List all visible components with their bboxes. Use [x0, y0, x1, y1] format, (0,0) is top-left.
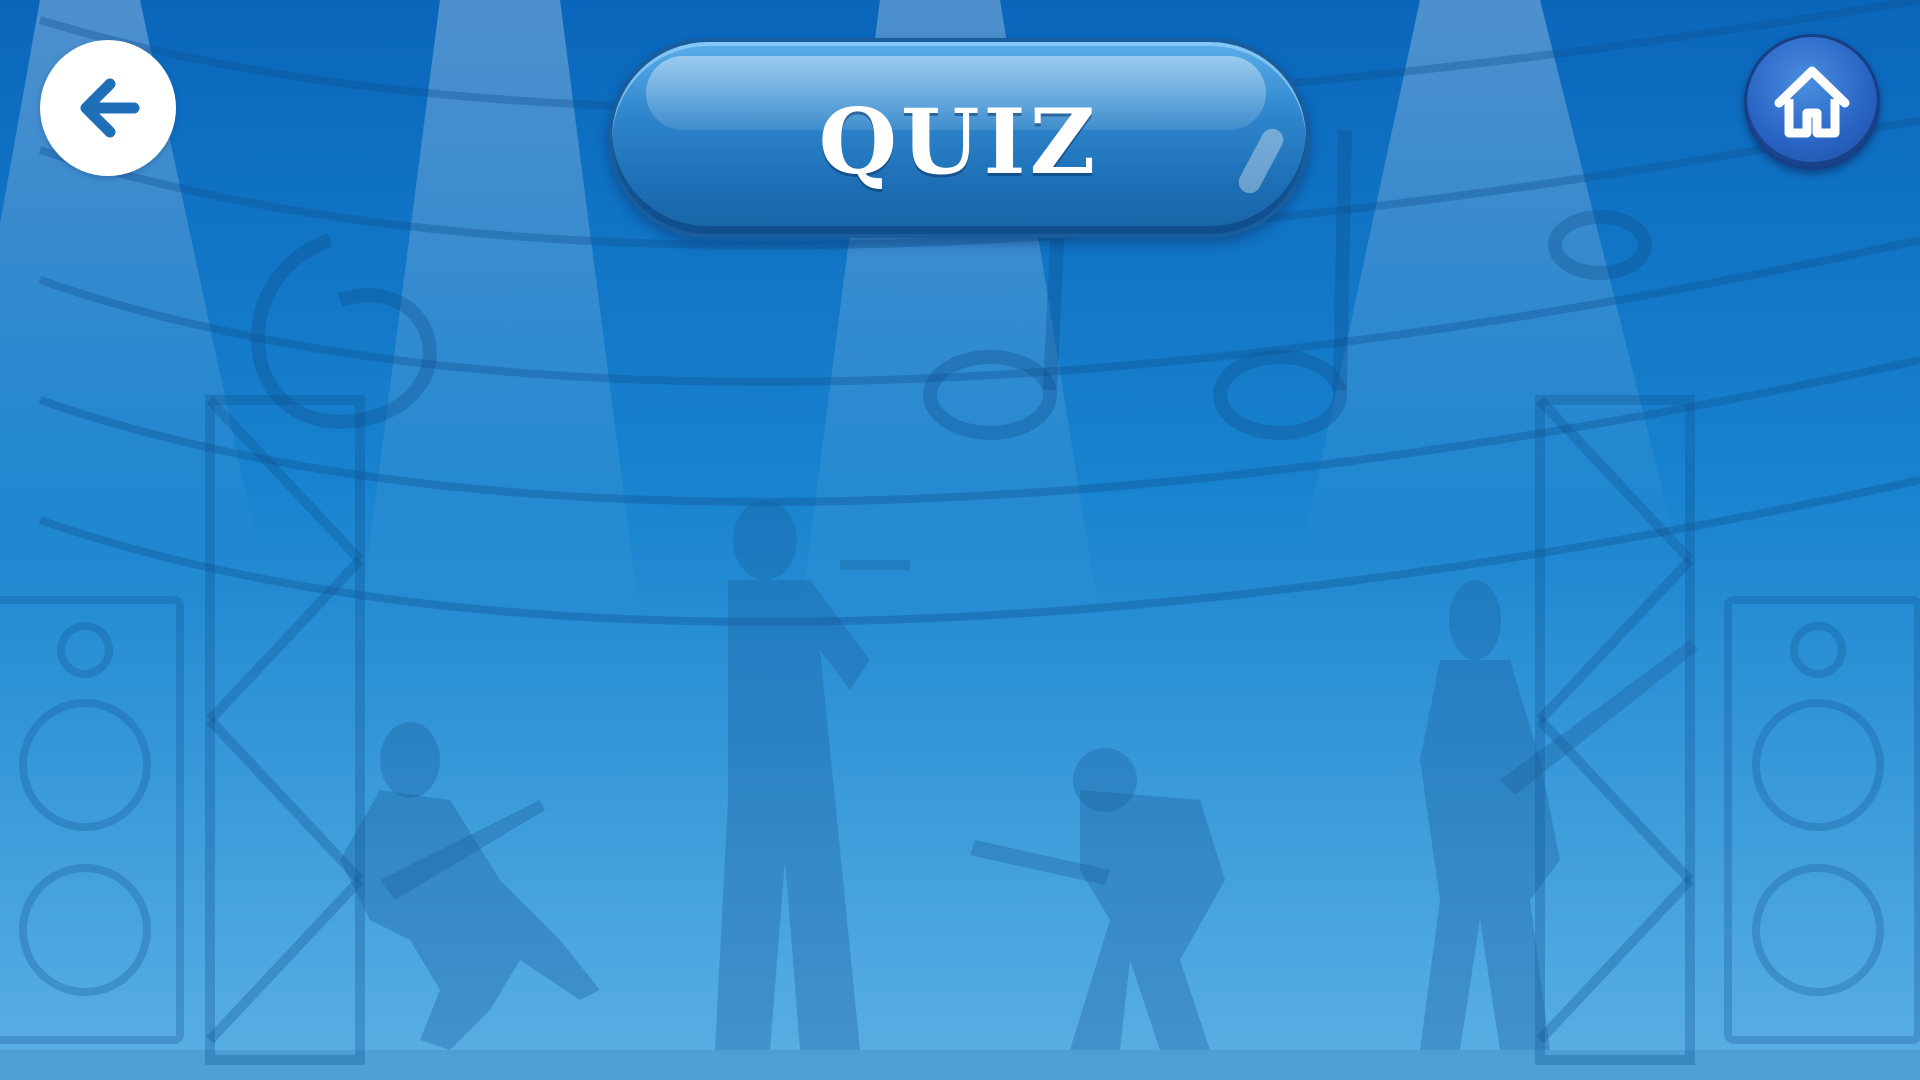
back-button[interactable] — [40, 40, 176, 176]
home-button[interactable] — [1744, 34, 1880, 170]
page-title: QUIZ — [818, 89, 1100, 195]
home-icon — [1774, 66, 1850, 138]
title-banner: QUIZ — [608, 38, 1310, 238]
stage-floor — [0, 1050, 1920, 1080]
arrow-left-icon — [80, 78, 140, 138]
title-shine — [1234, 124, 1288, 198]
